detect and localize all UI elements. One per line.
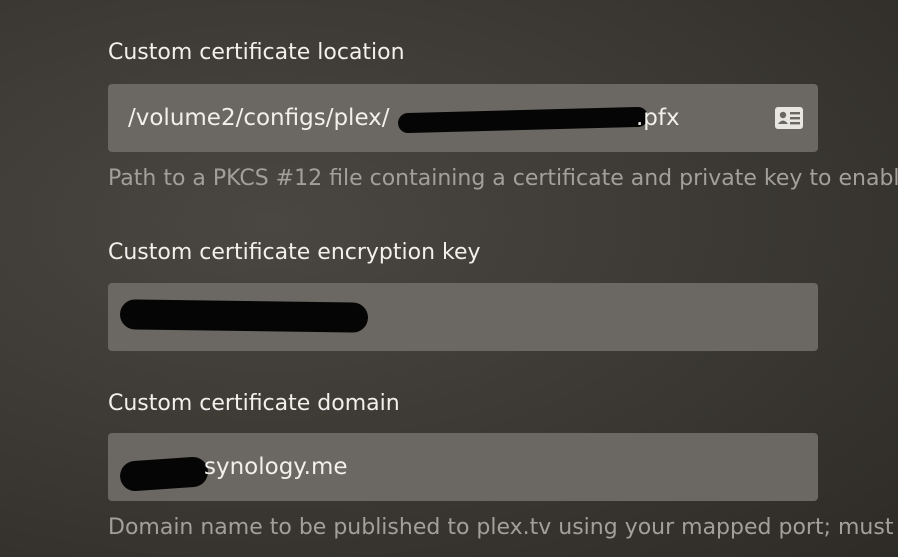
- cert-domain-value: synology.me: [204, 454, 348, 480]
- cert-location-value: /volume2/configs/plex/: [128, 105, 390, 131]
- cert-key-input[interactable]: [108, 283, 818, 351]
- cert-location-help: Path to a PKCS #12 file containing a cer…: [108, 166, 898, 191]
- cert-location-label: Custom certificate location: [108, 40, 405, 65]
- cert-domain-input[interactable]: synology.me: [108, 433, 818, 501]
- redaction-scribble: [119, 299, 369, 333]
- redaction-scribble: [397, 106, 649, 134]
- cert-location-value-suffix: .pfx: [636, 105, 680, 131]
- cert-domain-label: Custom certificate domain: [108, 391, 400, 416]
- cert-location-input[interactable]: /volume2/configs/plex/ .pfx: [108, 84, 818, 152]
- redaction-scribble: [119, 455, 209, 493]
- id-card-icon[interactable]: [774, 106, 804, 130]
- cert-domain-help: Domain name to be published to plex.tv u…: [108, 515, 894, 540]
- cert-key-label: Custom certificate encryption key: [108, 240, 481, 265]
